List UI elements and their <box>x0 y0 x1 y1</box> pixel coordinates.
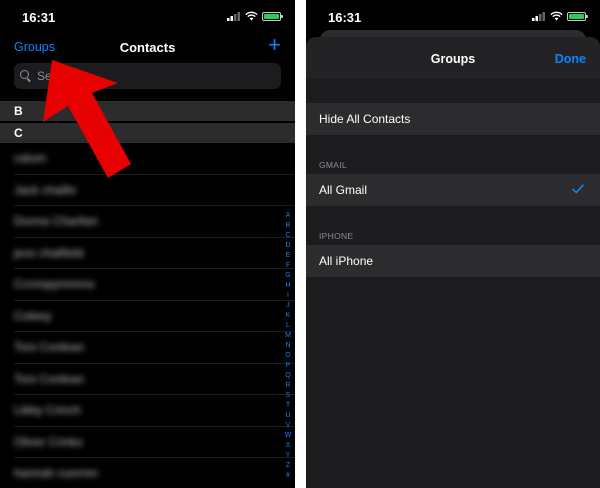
index-letter[interactable]: A <box>286 211 291 221</box>
search-input[interactable] <box>37 69 257 83</box>
section-header-c: C <box>0 123 295 143</box>
contact-row[interactable]: Libby Crinch <box>14 395 295 427</box>
index-letter[interactable]: P <box>286 361 291 371</box>
index-letter[interactable]: Q <box>285 371 290 381</box>
contact-row[interactable]: Oliver Crinks <box>14 427 295 458</box>
section-label-iphone: IPHONE <box>319 231 354 241</box>
status-time: 16:31 <box>22 10 56 25</box>
contact-row[interactable]: Jack chaillo <box>14 175 295 206</box>
wifi-icon <box>550 11 563 21</box>
contact-row[interactable]: Coleey <box>14 301 295 332</box>
index-letter[interactable]: N <box>285 341 290 351</box>
index-letter[interactable]: L <box>286 321 290 331</box>
contact-name: Ccnmpymmmo <box>14 277 95 291</box>
index-letter[interactable]: B <box>286 221 291 231</box>
groups-screen: 16:31 Groups Done Hide All Contacts GMAI… <box>306 0 600 488</box>
hide-all-contacts-label: Hide All Contacts <box>319 112 411 126</box>
index-letter[interactable]: G <box>285 271 290 281</box>
index-letter[interactable]: X <box>286 441 291 451</box>
group-name: All iPhone <box>319 254 374 268</box>
index-letter[interactable]: D <box>285 241 290 251</box>
checkmark-icon <box>572 184 584 194</box>
alphabet-index[interactable]: A B C D E F G H I J K L M N O P Q R S T U V W X Y Z # <box>283 211 293 481</box>
contacts-screen: 16:31 Groups Contacts + B C <box>0 0 295 488</box>
done-button[interactable]: Done <box>555 52 586 66</box>
status-time: 16:31 <box>328 10 362 25</box>
status-bar: 16:31 <box>0 0 295 30</box>
index-letter[interactable]: U <box>285 411 290 421</box>
index-letter[interactable]: C <box>285 231 290 241</box>
index-letter[interactable]: M <box>285 331 291 341</box>
battery-icon <box>567 11 588 21</box>
index-letter[interactable]: J <box>286 301 290 311</box>
contact-list: calum Jack chaillo Donna Chartlan jess c… <box>0 143 295 488</box>
groups-sheet: Groups Done Hide All Contacts GMAIL All … <box>306 37 600 488</box>
group-row-all-gmail[interactable]: All Gmail <box>306 174 600 206</box>
contact-row[interactable]: Toni Conlean <box>14 364 295 395</box>
index-letter[interactable]: E <box>286 251 291 261</box>
contact-name: Toni Conlean <box>14 340 85 354</box>
group-name: All Gmail <box>319 183 368 197</box>
index-letter[interactable]: Y <box>286 451 291 461</box>
status-icons <box>227 11 283 21</box>
contact-row[interactable]: jess chatfield <box>14 238 295 269</box>
contact-name: Jack chaillo <box>14 182 77 197</box>
contact-row[interactable]: Donna Chartlan <box>14 206 295 238</box>
signal-icon <box>532 11 545 21</box>
index-letter[interactable]: H <box>285 281 290 291</box>
add-contact-button[interactable]: + <box>268 34 281 56</box>
search-icon <box>20 70 32 82</box>
section-label-gmail: GMAIL <box>319 160 347 170</box>
contact-name: Donna Chartlan <box>14 214 99 228</box>
index-letter[interactable]: R <box>285 381 290 391</box>
status-bar: 16:31 <box>306 0 600 30</box>
index-letter[interactable]: S <box>286 391 291 401</box>
index-letter[interactable]: I <box>287 291 289 301</box>
group-row-all-iphone[interactable]: All iPhone <box>306 245 600 277</box>
battery-icon <box>262 11 283 21</box>
wifi-icon <box>245 11 258 21</box>
hide-all-contacts-button[interactable]: Hide All Contacts <box>306 103 600 135</box>
index-letter[interactable]: # <box>286 471 290 481</box>
index-letter[interactable]: T <box>286 401 290 411</box>
index-letter[interactable]: K <box>286 311 291 321</box>
contact-name: jess chatfield <box>14 245 84 260</box>
index-letter[interactable]: W <box>285 431 292 441</box>
index-letter[interactable]: F <box>286 261 290 271</box>
section-header-b: B <box>0 101 295 121</box>
contact-name: Toni Conlean <box>14 371 85 386</box>
contact-row[interactable]: hannah cuorren <box>14 458 295 488</box>
contact-name: hannah cuorren <box>14 466 99 480</box>
status-icons <box>532 11 588 21</box>
signal-icon <box>227 11 240 21</box>
contact-name: Oliver Crinks <box>14 434 83 449</box>
contact-name: calum <box>14 151 47 165</box>
index-letter[interactable]: Z <box>286 461 290 471</box>
contact-row[interactable]: Toni Conlean <box>14 332 295 364</box>
contact-name: Libby Crinch <box>14 403 81 417</box>
contact-row[interactable]: Ccnmpymmmo <box>14 269 295 301</box>
search-bar[interactable] <box>14 63 281 89</box>
index-letter[interactable]: V <box>286 421 291 431</box>
page-title: Contacts <box>119 40 176 55</box>
contact-row[interactable]: calum <box>14 143 295 175</box>
index-letter[interactable]: O <box>285 351 290 361</box>
contact-name: Coleey <box>14 308 52 323</box>
sheet-header: Groups Done <box>306 37 600 79</box>
